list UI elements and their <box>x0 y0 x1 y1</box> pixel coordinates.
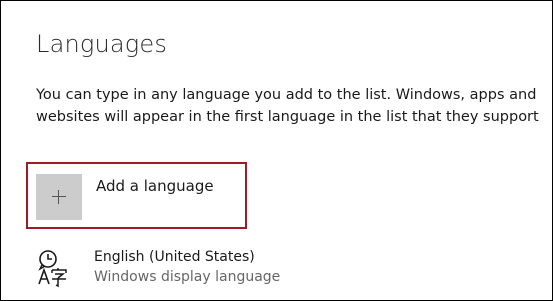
language-item-english-us[interactable]: English (United States) Windows display … <box>36 248 280 288</box>
language-text: English (United States) Windows display … <box>94 248 280 287</box>
plus-icon <box>36 174 82 220</box>
window-frame: Languages You can type in any language y… <box>0 0 553 301</box>
language-display-icon <box>36 248 72 288</box>
add-language-label: Add a language <box>96 177 214 195</box>
section-description: You can type in any language you add to … <box>36 87 539 125</box>
add-language-button[interactable]: Add a language <box>36 174 214 220</box>
section-title: Languages <box>36 30 168 58</box>
language-subtitle: Windows display language <box>94 269 281 285</box>
language-name: English (United States) <box>94 249 255 265</box>
